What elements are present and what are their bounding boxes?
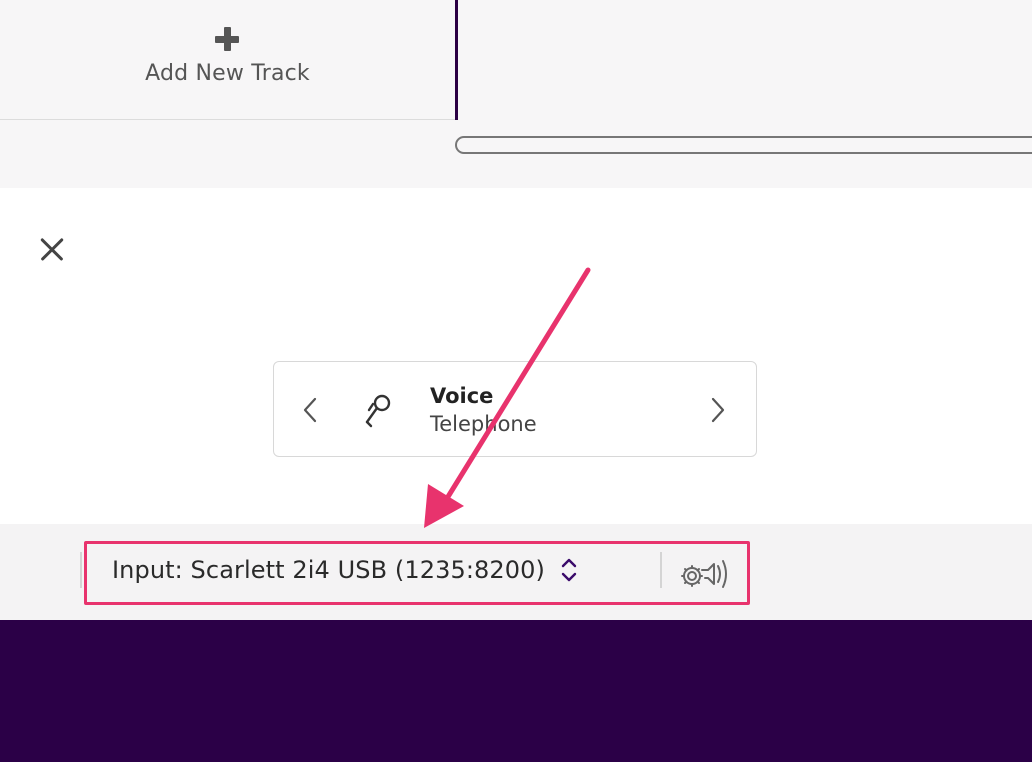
chevron-up-down-icon (559, 555, 579, 585)
timeline-scrollbar[interactable] (455, 136, 1032, 154)
divider (80, 552, 82, 588)
audio-settings-button[interactable] (678, 550, 732, 590)
next-preset-button[interactable] (700, 392, 736, 428)
previous-preset-button[interactable] (292, 392, 328, 428)
preset-picker: Voice Telephone (273, 361, 757, 457)
preset-name: Voice (430, 384, 494, 408)
input-device-label: Input: Scarlett 2i4 USB (1235:8200) (112, 556, 545, 584)
preset-subtitle: Telephone (430, 412, 537, 436)
track-setup-dialog: Voice Telephone (0, 188, 1032, 524)
input-device-bar: Input: Scarlett 2i4 USB (1235:8200) (0, 524, 1032, 620)
chevron-right-icon (711, 397, 725, 423)
divider (660, 552, 662, 588)
add-new-track-button[interactable]: Add New Track (0, 0, 456, 120)
input-device-select[interactable]: Input: Scarlett 2i4 USB (1235:8200) (112, 550, 579, 590)
add-new-track-label: Add New Track (145, 61, 310, 86)
audio-settings-icon (681, 560, 727, 588)
plus-icon (213, 25, 243, 55)
bottom-panel (0, 620, 1032, 762)
microphone-icon (365, 394, 391, 428)
close-icon[interactable] (34, 232, 70, 268)
chevron-left-icon (303, 397, 317, 423)
playhead[interactable] (455, 0, 458, 120)
track-area: Add New Track (0, 0, 1032, 188)
